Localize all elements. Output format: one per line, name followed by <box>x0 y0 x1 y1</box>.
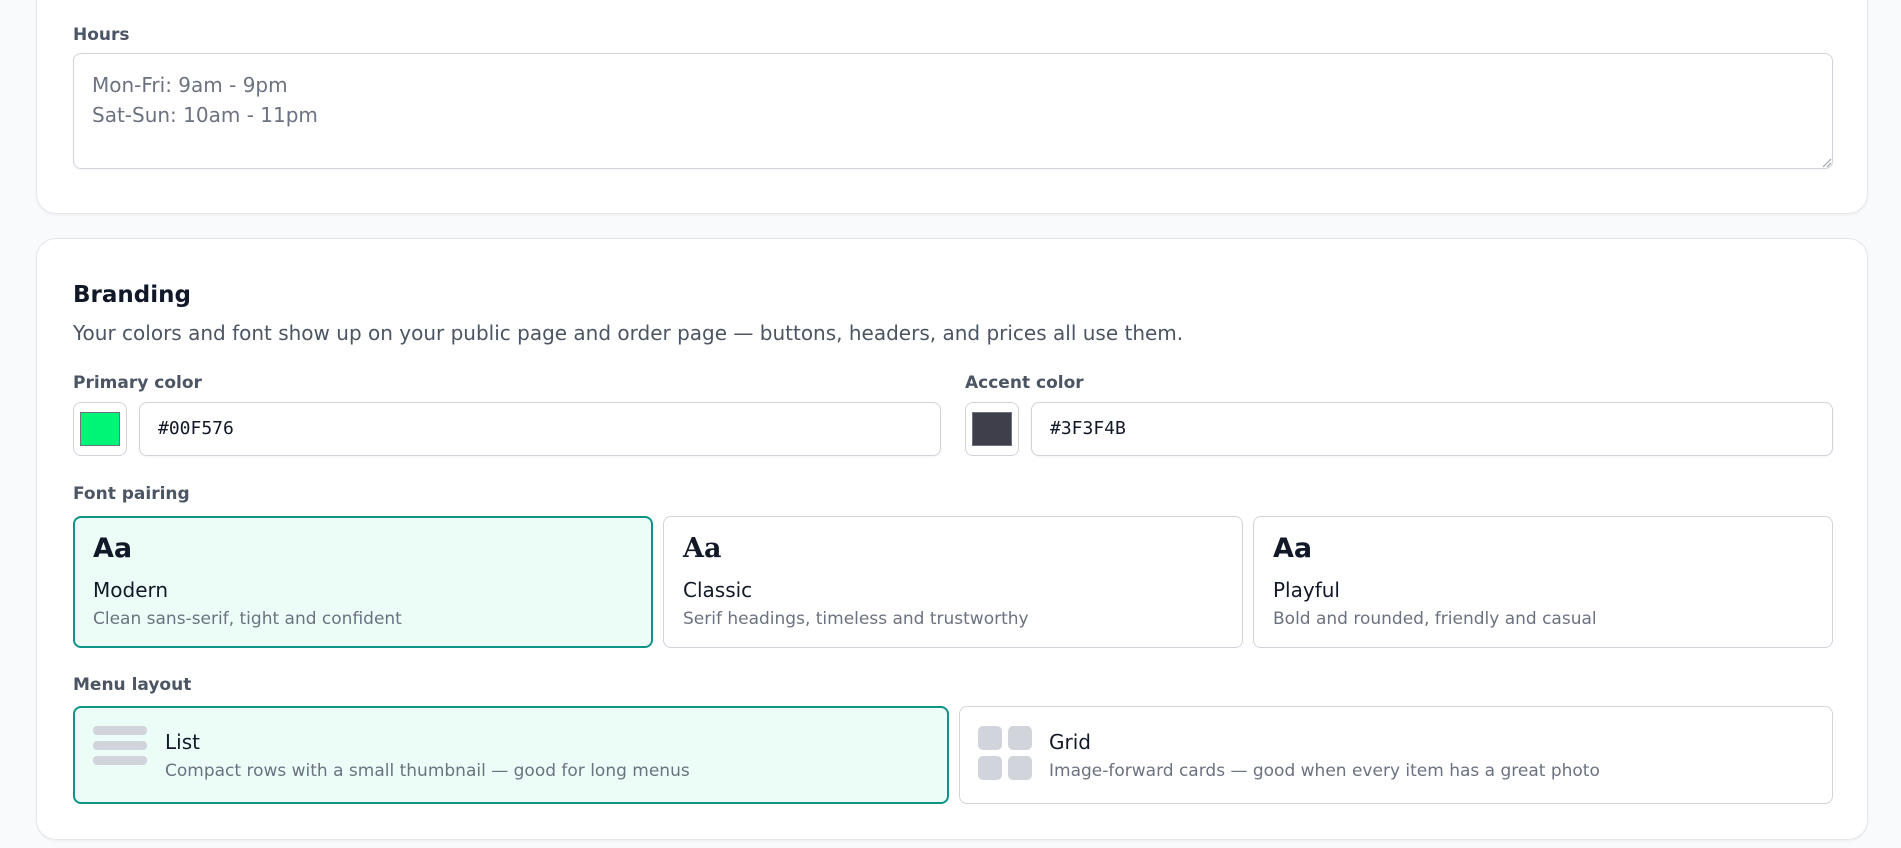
primary-color-input[interactable]: #00F576 <box>139 402 941 456</box>
primary-color-label: Primary color <box>73 373 202 393</box>
font-option-title: Classic <box>683 578 753 602</box>
layout-option-title: List <box>165 730 200 754</box>
font-option-playful[interactable]: Aa Playful Bold and rounded, friendly an… <box>1253 516 1833 648</box>
font-option-description: Clean sans-serif, tight and confident <box>93 609 402 629</box>
branding-card: Branding Your colors and font show up on… <box>36 238 1868 840</box>
hours-textarea[interactable]: Mon-Fri: 9am - 9pm Sat-Sun: 10am - 11pm <box>73 53 1833 169</box>
font-pairing-label: Font pairing <box>73 484 190 504</box>
branding-title: Branding <box>73 282 191 308</box>
font-sample-playful: Aa <box>1273 533 1313 564</box>
hours-card: Hours Mon-Fri: 9am - 9pm Sat-Sun: 10am -… <box>36 0 1868 214</box>
grid-layout-icon <box>978 726 1032 780</box>
menu-layout-label: Menu layout <box>73 675 192 695</box>
layout-option-grid[interactable]: Grid Image-forward cards — good when eve… <box>959 706 1833 804</box>
font-sample-classic: Aa <box>683 533 722 564</box>
font-option-description: Serif headings, timeless and trustworthy <box>683 609 1029 629</box>
font-option-title: Playful <box>1273 578 1340 602</box>
branding-description: Your colors and font show up on your pub… <box>73 321 1184 345</box>
layout-option-description: Compact rows with a small thumbnail — go… <box>165 761 690 781</box>
font-option-modern[interactable]: Aa Modern Clean sans-serif, tight and co… <box>73 516 653 648</box>
accent-color-swatch <box>972 412 1012 446</box>
layout-option-title: Grid <box>1049 730 1091 754</box>
accent-color-label: Accent color <box>965 373 1084 393</box>
primary-color-swatch <box>80 412 120 446</box>
font-sample-modern: Aa <box>93 533 133 564</box>
font-option-title: Modern <box>93 578 169 602</box>
layout-option-description: Image-forward cards — good when every it… <box>1049 761 1600 781</box>
font-option-classic[interactable]: Aa Classic Serif headings, timeless and … <box>663 516 1243 648</box>
list-layout-icon <box>93 726 147 766</box>
layout-option-list[interactable]: List Compact rows with a small thumbnail… <box>73 706 949 804</box>
accent-color-input[interactable]: #3F3F4B <box>1031 402 1833 456</box>
primary-color-picker[interactable] <box>73 402 127 456</box>
hours-label: Hours <box>73 25 130 45</box>
font-option-description: Bold and rounded, friendly and casual <box>1273 609 1597 629</box>
accent-color-picker[interactable] <box>965 402 1019 456</box>
resize-handle-icon[interactable] <box>1820 156 1832 168</box>
